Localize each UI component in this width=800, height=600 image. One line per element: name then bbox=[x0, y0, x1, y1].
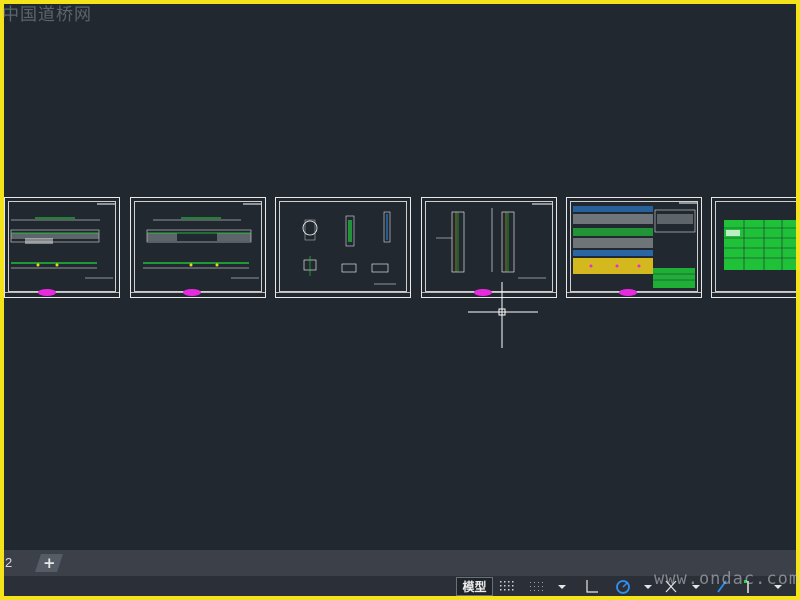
layout-sheet-6[interactable] bbox=[711, 197, 796, 298]
grid-icon[interactable] bbox=[496, 578, 520, 595]
sheet-5-drawing bbox=[573, 202, 697, 288]
layout-tab[interactable]: 2 bbox=[5, 555, 12, 570]
site-watermark-bottom: www.ondac.com bbox=[654, 569, 800, 589]
plus-icon: + bbox=[42, 554, 56, 572]
layout-sheet-3[interactable] bbox=[275, 197, 411, 298]
sheet-title-block bbox=[712, 292, 796, 297]
ortho-icon[interactable] bbox=[578, 578, 604, 595]
layout-sheet-1[interactable] bbox=[4, 197, 120, 298]
layout-sheet-2[interactable] bbox=[130, 197, 266, 298]
sheet-1-drawing bbox=[10, 203, 115, 279]
crosshair-cursor-icon bbox=[468, 282, 538, 348]
model-space-button[interactable]: 模型 bbox=[456, 577, 493, 596]
cad-window: 2 + 模型 bbox=[4, 4, 796, 596]
sheet-stamp bbox=[183, 289, 201, 296]
sheet-title-block bbox=[276, 292, 410, 297]
sheet-2-drawing bbox=[143, 203, 261, 279]
snap-icon[interactable] bbox=[524, 578, 572, 595]
layout-sheet-5[interactable] bbox=[566, 197, 702, 298]
polar-icon[interactable] bbox=[608, 578, 656, 595]
sheet-stamp bbox=[619, 289, 637, 296]
sheet-3-drawing bbox=[302, 211, 396, 285]
sheet-6-drawing bbox=[724, 220, 796, 270]
sheet-title-block bbox=[5, 292, 119, 297]
sheet-stamp bbox=[38, 289, 56, 296]
model-space-canvas[interactable] bbox=[4, 4, 796, 550]
site-watermark-top: 中国道桥网 bbox=[2, 5, 92, 25]
